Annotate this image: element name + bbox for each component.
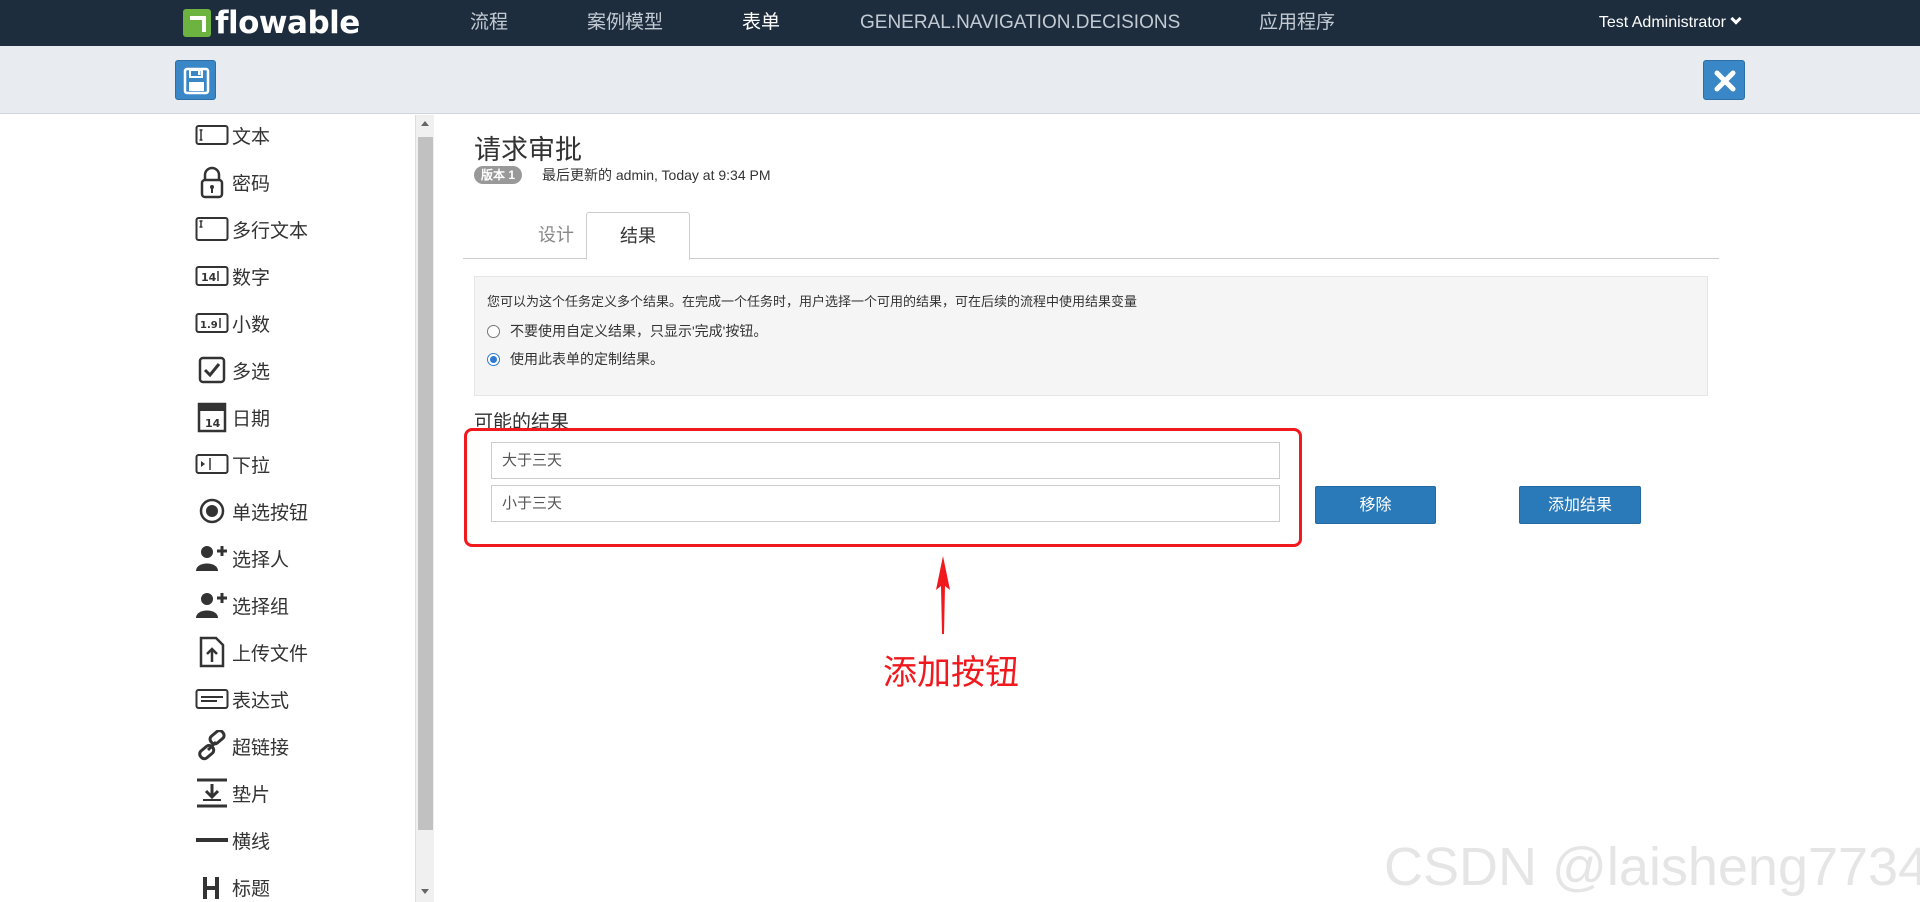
radio-button[interactable] bbox=[487, 324, 500, 338]
palette-item-label: 日期 bbox=[232, 408, 271, 430]
palette-item-number[interactable]: 14 数字 bbox=[194, 256, 270, 296]
radio-label: 使用此表单的定制结果。 bbox=[510, 351, 664, 367]
palette-item-group[interactable]: 选择组 bbox=[194, 585, 289, 625]
last-updated-text: 最后更新的 admin, Today at 9:34 PM bbox=[542, 167, 771, 183]
tab-outcomes[interactable]: 结果 bbox=[586, 212, 690, 260]
upload-file-icon bbox=[194, 636, 230, 668]
save-button[interactable] bbox=[175, 60, 216, 100]
palette-item-decimal[interactable]: 1.9 小数 bbox=[194, 303, 270, 343]
palette-item-label: 小数 bbox=[232, 314, 271, 336]
add-outcome-button[interactable]: 添加结果 bbox=[1519, 486, 1641, 524]
nav-apps[interactable]: 应用程序 bbox=[1259, 0, 1335, 46]
flowable-logo[interactable]: flowable bbox=[183, 5, 360, 41]
palette-item-label: 表达式 bbox=[232, 690, 290, 712]
close-icon bbox=[1714, 70, 1736, 92]
logo-text: flowable bbox=[215, 5, 360, 41]
palette-item-multiline[interactable]: 多行文本 bbox=[194, 209, 308, 249]
spacer-icon bbox=[194, 778, 230, 808]
form-title: 请求审批 bbox=[474, 135, 582, 165]
palette-item-spacer[interactable]: 垫片 bbox=[194, 773, 270, 813]
horizontal-line-icon bbox=[194, 825, 230, 855]
palette-item-label: 数字 bbox=[232, 267, 271, 289]
checkbox-icon bbox=[194, 355, 230, 385]
watermark: CSDN @laisheng7734 bbox=[1384, 837, 1920, 897]
palette-item-label: 垫片 bbox=[232, 784, 271, 806]
lock-icon bbox=[194, 166, 230, 199]
nav-case-models[interactable]: 案例模型 bbox=[587, 0, 663, 46]
outcome-description: 您可以为这个任务定义多个结果。在完成一个任务时，用户选择一个可用的结果，可在后续… bbox=[487, 294, 1138, 309]
palette-item-label: 上传文件 bbox=[232, 643, 309, 665]
expression-icon bbox=[194, 684, 230, 714]
palette-item-checkbox[interactable]: 多选 bbox=[194, 350, 270, 390]
radio-custom-outcome[interactable]: 使用此表单的定制结果。 bbox=[487, 349, 664, 369]
user-name: Test Administrator bbox=[1598, 14, 1726, 31]
palette-item-label: 单选按钮 bbox=[232, 502, 309, 524]
palette-item-label: 选择组 bbox=[232, 596, 290, 618]
scroll-up-arrow-icon[interactable] bbox=[421, 121, 429, 126]
heading-icon bbox=[194, 872, 230, 902]
palette-item-horizontal-line[interactable]: 横线 bbox=[194, 820, 270, 860]
svg-text:14: 14 bbox=[201, 271, 217, 284]
palette-item-dropdown[interactable]: 下拉 bbox=[194, 444, 270, 484]
palette-item-text[interactable]: 文本 bbox=[194, 115, 270, 155]
palette-item-label: 文本 bbox=[232, 126, 271, 148]
top-navbar: flowable 流程 案例模型 表单 GENERAL.NAVIGATION.D… bbox=[0, 0, 1920, 46]
palette-item-expression[interactable]: 表达式 bbox=[194, 679, 289, 719]
remove-outcome-button[interactable]: 移除 bbox=[1315, 486, 1436, 524]
outcome-options-panel: 您可以为这个任务定义多个结果。在完成一个任务时，用户选择一个可用的结果，可在后续… bbox=[474, 276, 1708, 396]
palette-item-label: 选择人 bbox=[232, 549, 290, 571]
palette-item-radio[interactable]: 单选按钮 bbox=[194, 491, 308, 531]
group-add-icon bbox=[194, 590, 230, 620]
radio-button[interactable] bbox=[487, 352, 500, 366]
editor-toolbar bbox=[0, 46, 1920, 114]
annotation-highlight-box bbox=[464, 428, 1302, 547]
scroll-down-arrow-icon[interactable] bbox=[421, 889, 429, 894]
palette-item-hyperlink[interactable]: 超链接 bbox=[194, 726, 289, 766]
dropdown-icon bbox=[194, 449, 230, 479]
palette-item-headline[interactable]: 标题 bbox=[194, 867, 270, 902]
annotation-text: 添加按钮 bbox=[883, 653, 1019, 693]
form-field-palette: 文本 密码 多行文本 14 数字 1.9 小数 多选 14 日期 下拉 单选按钮… bbox=[180, 115, 410, 902]
palette-item-date[interactable]: 14 日期 bbox=[194, 397, 270, 437]
user-menu[interactable]: Test Administrator bbox=[1598, 0, 1742, 46]
multiline-text-icon bbox=[194, 214, 230, 244]
flowable-logo-icon bbox=[183, 9, 211, 37]
palette-item-label: 密码 bbox=[232, 173, 271, 195]
svg-text:14: 14 bbox=[205, 417, 221, 430]
palette-item-label: 多行文本 bbox=[232, 220, 309, 242]
text-field-icon bbox=[194, 120, 230, 150]
active-nav-caret bbox=[754, 38, 770, 46]
palette-item-label: 多选 bbox=[232, 361, 271, 383]
palette-item-upload[interactable]: 上传文件 bbox=[194, 632, 308, 672]
palette-item-label: 超链接 bbox=[232, 737, 290, 759]
annotation-arrow-icon bbox=[936, 556, 950, 634]
nav-decisions[interactable]: GENERAL.NAVIGATION.DECISIONS bbox=[860, 0, 1180, 46]
editor-tabs: 设计 结果 bbox=[463, 212, 1719, 260]
close-button[interactable] bbox=[1703, 60, 1745, 100]
radio-label: 不要使用自定义结果，只显示'完成'按钮。 bbox=[510, 323, 768, 339]
palette-item-people[interactable]: 选择人 bbox=[194, 538, 289, 578]
palette-scrollbar[interactable] bbox=[415, 115, 434, 902]
radio-icon bbox=[194, 496, 230, 526]
calendar-icon: 14 bbox=[194, 402, 230, 433]
floppy-disk-icon bbox=[183, 67, 210, 95]
palette-item-label: 横线 bbox=[232, 831, 271, 853]
link-icon bbox=[194, 730, 230, 761]
decimal-icon: 1.9 bbox=[194, 308, 230, 338]
chevron-down-icon bbox=[1730, 13, 1742, 25]
version-badge: 版本 1 bbox=[474, 166, 523, 184]
palette-item-label: 标题 bbox=[232, 878, 271, 900]
scroll-thumb[interactable] bbox=[418, 137, 433, 830]
number-icon: 14 bbox=[194, 261, 230, 291]
palette-item-label: 下拉 bbox=[232, 455, 271, 477]
palette-item-password[interactable]: 密码 bbox=[194, 162, 270, 202]
user-add-icon bbox=[194, 543, 230, 573]
svg-text:1.9: 1.9 bbox=[200, 320, 218, 331]
nav-processes[interactable]: 流程 bbox=[470, 0, 508, 46]
radio-default-outcome[interactable]: 不要使用自定义结果，只显示'完成'按钮。 bbox=[487, 321, 767, 341]
